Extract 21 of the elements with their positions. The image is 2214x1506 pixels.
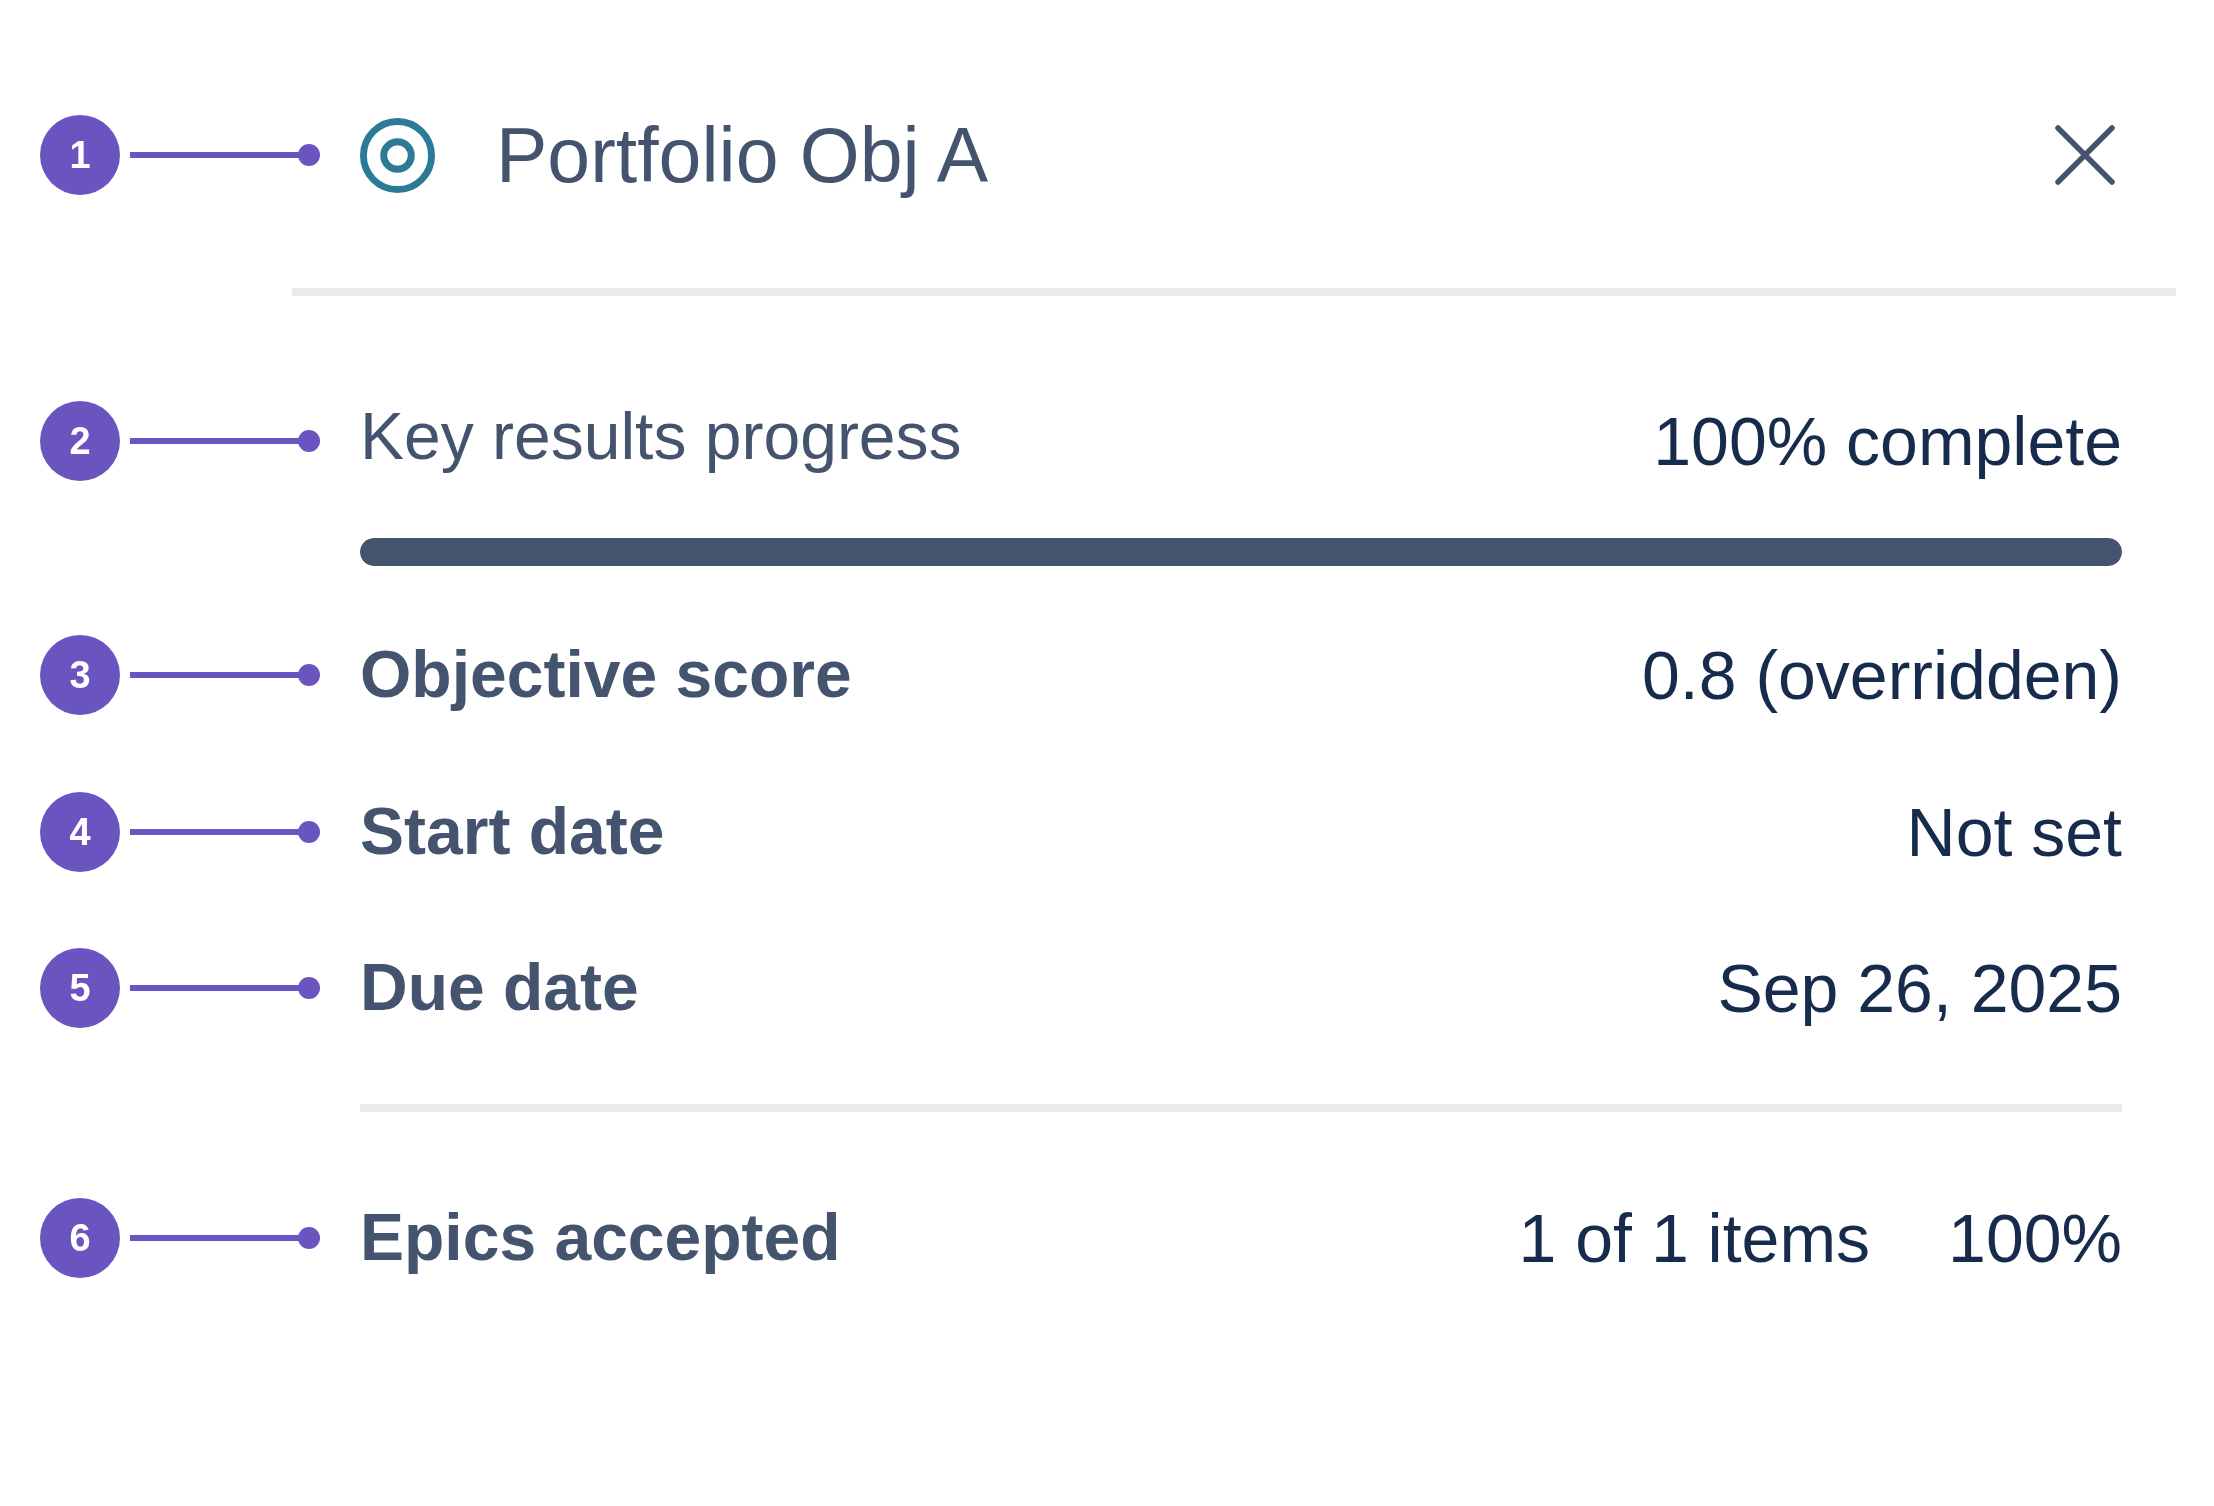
- percent-value: 100%: [1948, 1198, 2122, 1278]
- field-label: Key results progress: [360, 399, 962, 475]
- field-value: Not set: [1906, 792, 2122, 872]
- callout-number: 3: [40, 635, 120, 715]
- callout-number: 6: [40, 1198, 120, 1278]
- item-count: 1 of 1 items: [1518, 1198, 1871, 1278]
- panel-title: Portfolio Obj A: [496, 112, 989, 198]
- field-label: Objective score: [360, 637, 852, 713]
- callout-number: 2: [40, 401, 120, 481]
- field-label: Epics accepted: [360, 1200, 841, 1276]
- close-button[interactable]: [2055, 125, 2115, 185]
- field-label: Start date: [360, 794, 665, 870]
- field-label: Due date: [360, 950, 639, 1026]
- callout-number: 4: [40, 792, 120, 872]
- field-value: 100% complete: [1653, 401, 2122, 481]
- close-icon: [2055, 125, 2115, 185]
- callout-number: 5: [40, 948, 120, 1028]
- field-value: 0.8 (overridden): [1641, 635, 2122, 715]
- target-icon: [360, 117, 435, 193]
- callout-number: 1: [40, 115, 120, 195]
- field-value: Sep 26, 2025: [1717, 948, 2122, 1028]
